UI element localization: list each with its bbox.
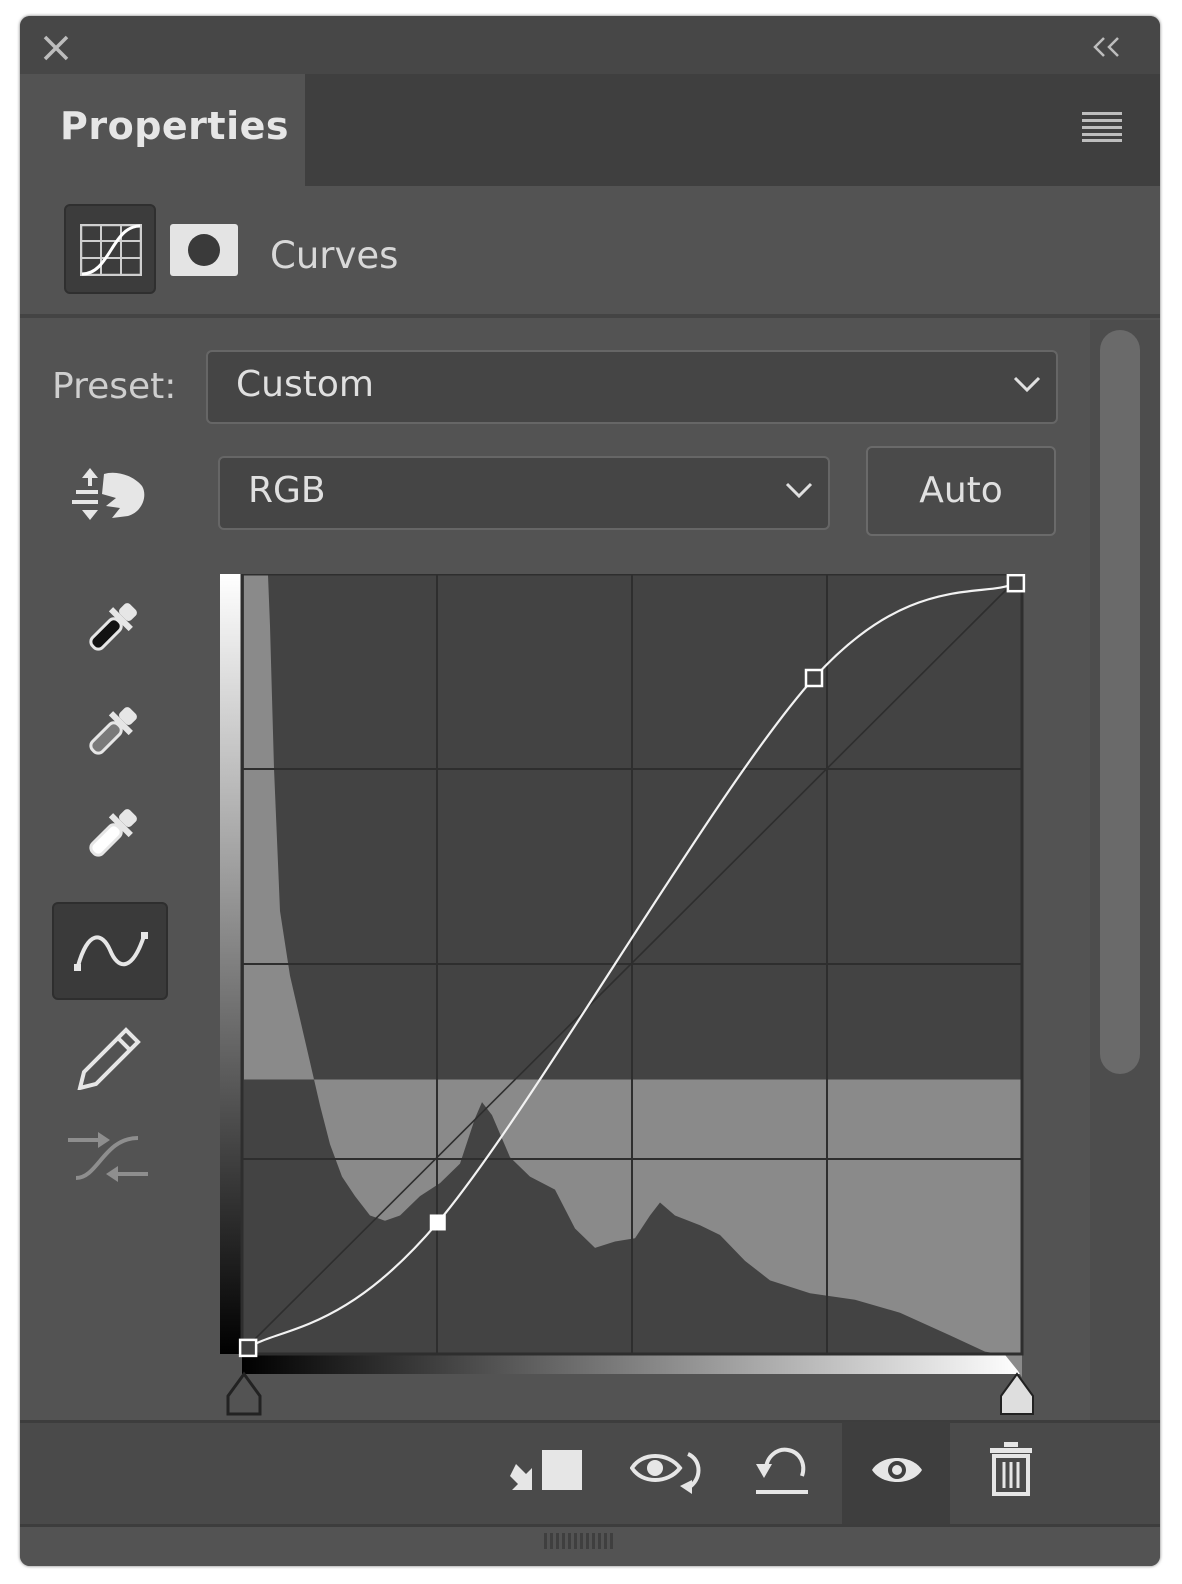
panel-titlebar	[20, 16, 1160, 74]
curve-control-point[interactable]	[804, 668, 824, 688]
adjustment-title: Curves	[270, 234, 399, 277]
clip-to-layer-icon[interactable]	[510, 1446, 586, 1498]
preset-label: Preset:	[52, 366, 177, 407]
curve-edit-icon	[74, 932, 148, 971]
channel-value: RGB	[248, 470, 326, 511]
auto-button[interactable]: Auto	[866, 446, 1056, 536]
delete-layer-icon[interactable]	[988, 1442, 1034, 1496]
curve-control-point[interactable]	[238, 1338, 258, 1358]
curve-edit-button[interactable]	[52, 902, 168, 1000]
white-point-slider[interactable]	[1000, 1372, 1034, 1415]
divider	[20, 314, 1160, 318]
chevron-down-icon	[785, 482, 813, 499]
double-chevron-left-icon[interactable]	[1092, 36, 1122, 58]
output-gradient-bar	[220, 574, 242, 1354]
panel-resize-bar[interactable]	[20, 1524, 1160, 1566]
curves-graph[interactable]	[220, 574, 1060, 1424]
properties-panel: Properties Curves Preset: Custom RGB Aut…	[20, 16, 1160, 1566]
preset-dropdown[interactable]: Custom	[206, 350, 1058, 424]
resize-grip-icon	[544, 1533, 613, 1549]
reset-adjustments-icon[interactable]	[752, 1442, 812, 1498]
curve-control-point[interactable]	[1006, 574, 1026, 593]
black-point-slider[interactable]	[226, 1371, 262, 1416]
white-point-eyedropper-icon[interactable]	[78, 802, 144, 868]
tab-properties-label: Properties	[60, 104, 289, 148]
close-icon[interactable]	[42, 34, 70, 62]
scrollbar-thumb[interactable]	[1100, 330, 1140, 1074]
curve-control-point[interactable]	[429, 1214, 446, 1231]
smooth-curve-icon	[68, 1132, 148, 1182]
layer-mask-icon[interactable]	[170, 224, 238, 276]
input-gradient-bar	[242, 1354, 1022, 1374]
channel-dropdown[interactable]: RGB	[218, 456, 830, 530]
gray-point-eyedropper-icon[interactable]	[78, 700, 144, 766]
chevron-down-icon	[1013, 376, 1041, 393]
pencil-draw-icon[interactable]	[76, 1020, 146, 1090]
view-previous-state-icon[interactable]	[630, 1446, 706, 1498]
preset-value: Custom	[236, 364, 374, 405]
curves-adjustment-button[interactable]	[64, 204, 156, 294]
targeted-adjustment-icon[interactable]	[72, 464, 148, 526]
toggle-visibility-icon[interactable]	[870, 1452, 924, 1488]
curves-adjustment-icon	[80, 224, 142, 276]
black-point-eyedropper-icon[interactable]	[78, 596, 144, 662]
panel-menu-icon[interactable]	[1082, 112, 1124, 142]
